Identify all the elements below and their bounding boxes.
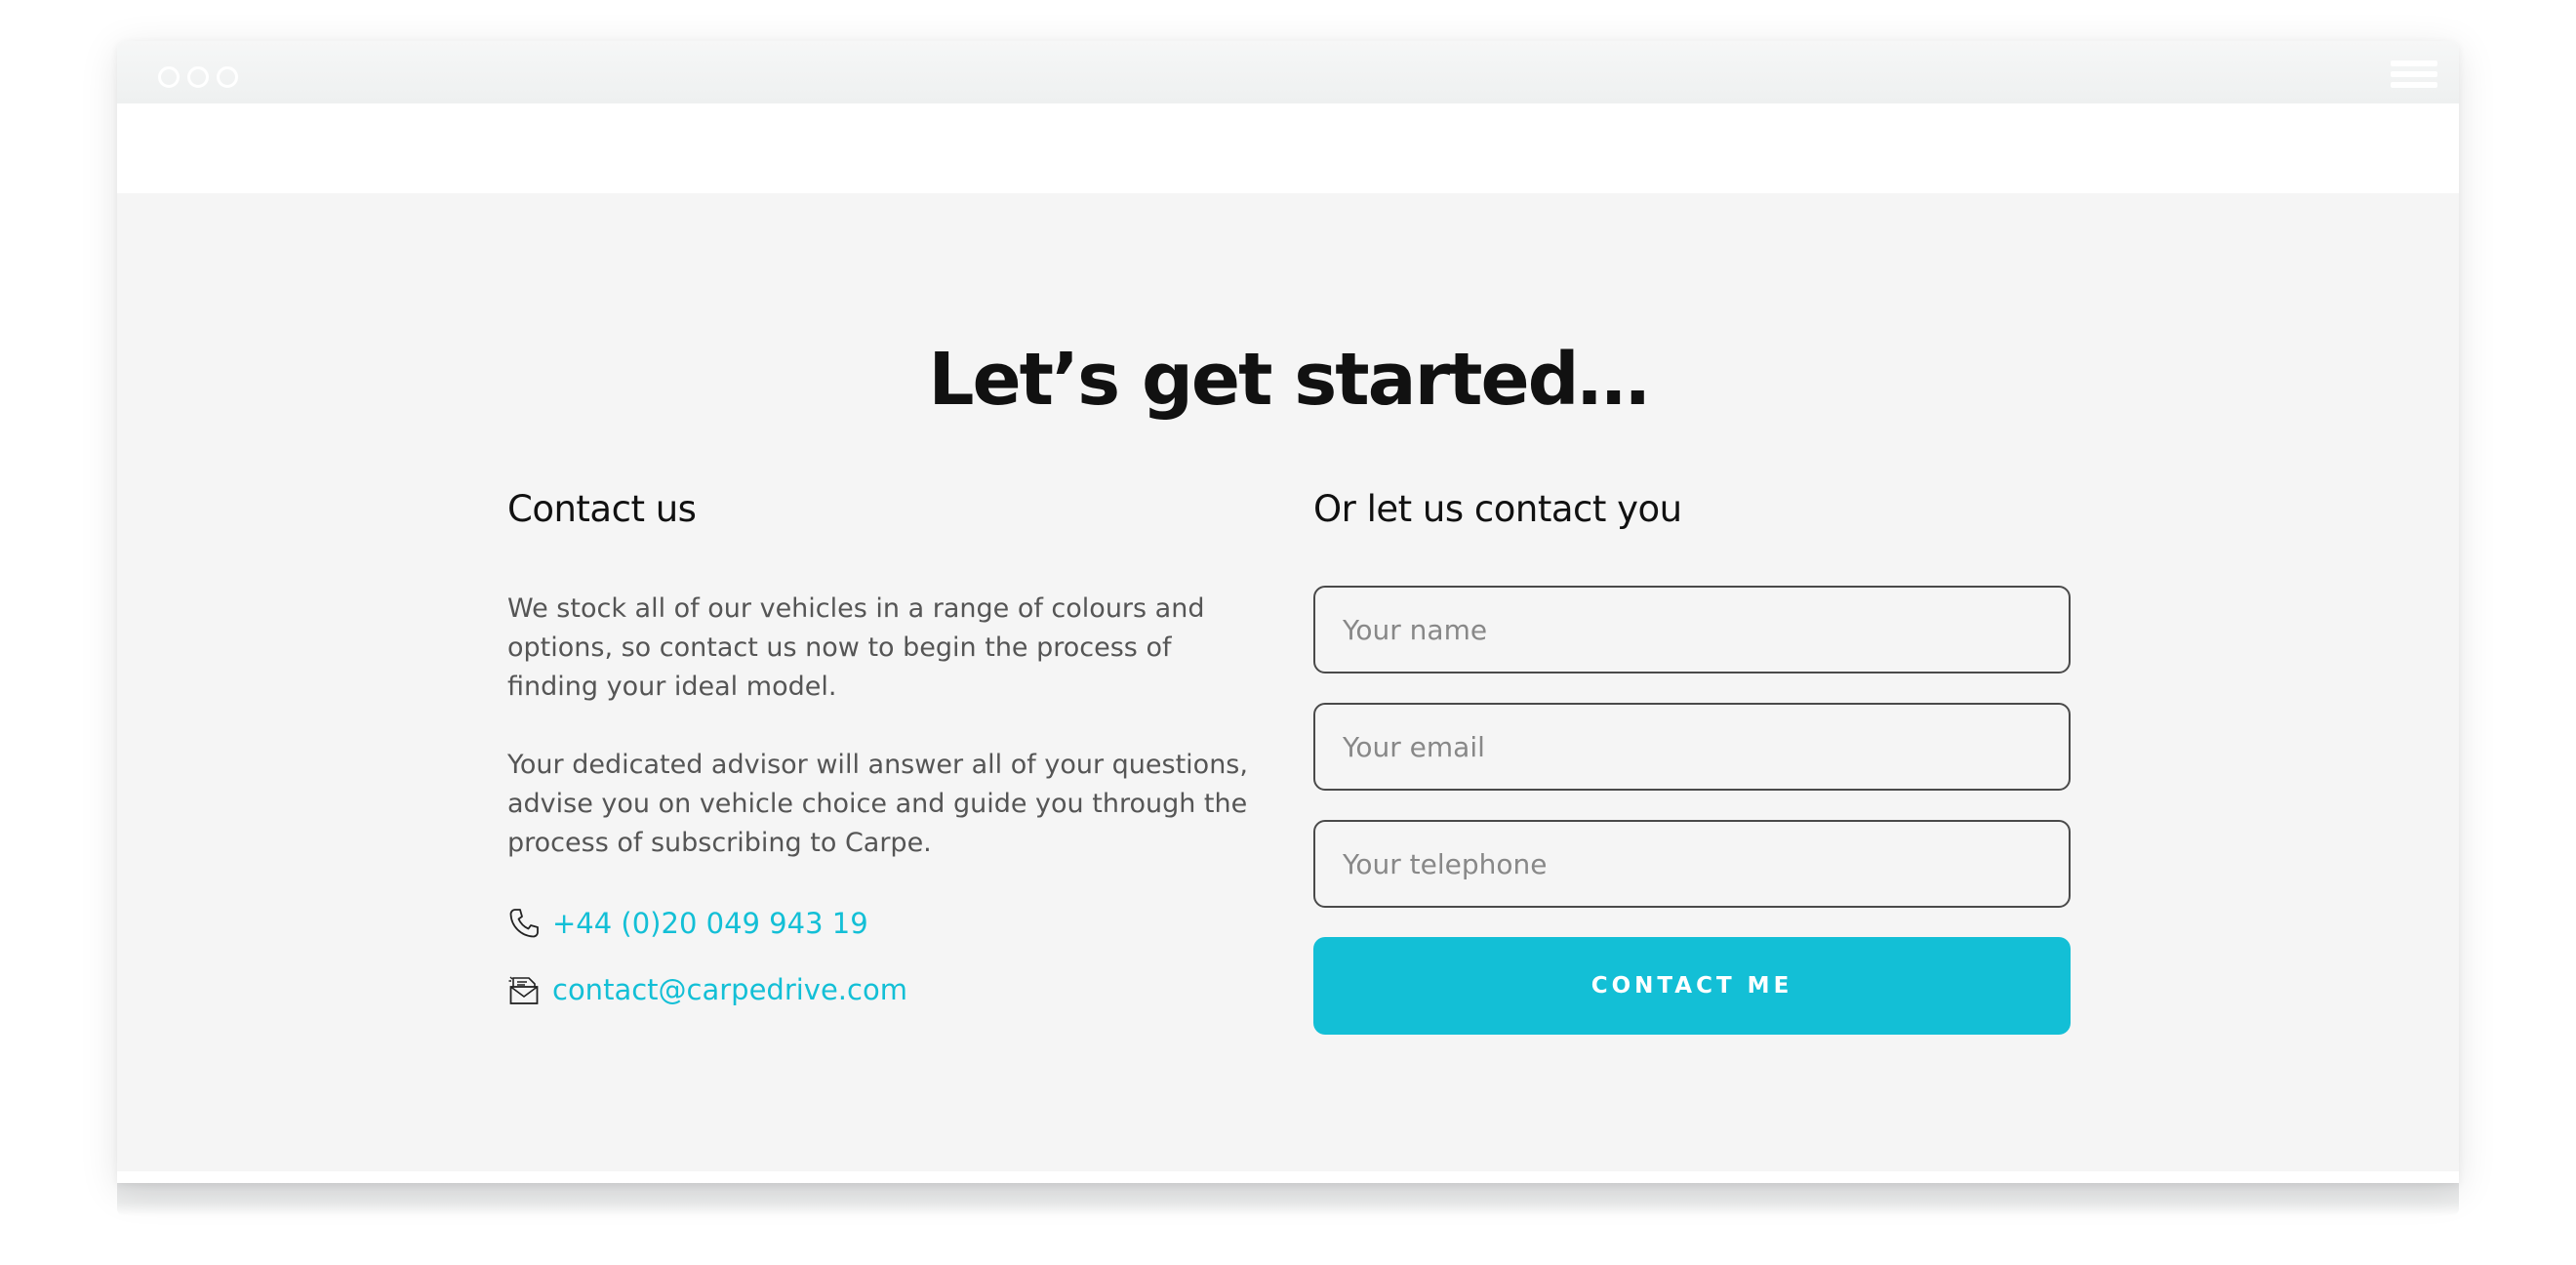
section-headline: Let’s get started… [928, 338, 1649, 422]
contact-form-title: Or let us contact you [1313, 488, 1682, 530]
footer-strip [117, 1171, 2459, 1183]
contact-us-title: Contact us [507, 488, 697, 530]
phone-link[interactable]: +44 (0)20 049 943 19 [552, 907, 868, 940]
envelope-icon [507, 973, 541, 1006]
contact-section: Let’s get started… Contact us We stock a… [117, 193, 2459, 1171]
email-link-row[interactable]: contact@carpedrive.com [507, 957, 1249, 1023]
close-dot[interactable] [158, 66, 180, 88]
contact-us-paragraph-2: Your dedicated advisor will answer all o… [507, 750, 1248, 858]
window-titlebar [117, 41, 2459, 103]
maximize-dot[interactable] [217, 66, 238, 88]
contact-form-column: Or let us contact you CONTACT ME [1313, 480, 2071, 1035]
contact-me-button[interactable]: CONTACT ME [1313, 937, 2071, 1035]
phone-icon [507, 907, 541, 940]
name-field[interactable] [1313, 586, 2071, 673]
email-field[interactable] [1313, 703, 2071, 791]
phone-link-row[interactable]: +44 (0)20 049 943 19 [507, 890, 1249, 957]
contact-us-paragraph-1: We stock all of our vehicles in a range … [507, 593, 1205, 702]
window-bottom-shadow [117, 1183, 2459, 1216]
hamburger-menu-icon[interactable] [2391, 61, 2437, 94]
minimize-dot[interactable] [187, 66, 209, 88]
email-link[interactable]: contact@carpedrive.com [552, 973, 907, 1006]
browser-window: Let’s get started… Contact us We stock a… [117, 41, 2459, 1183]
telephone-field[interactable] [1313, 820, 2071, 908]
header-strip [117, 103, 2459, 193]
contact-us-column: Contact us We stock all of our vehicles … [507, 480, 1249, 1023]
